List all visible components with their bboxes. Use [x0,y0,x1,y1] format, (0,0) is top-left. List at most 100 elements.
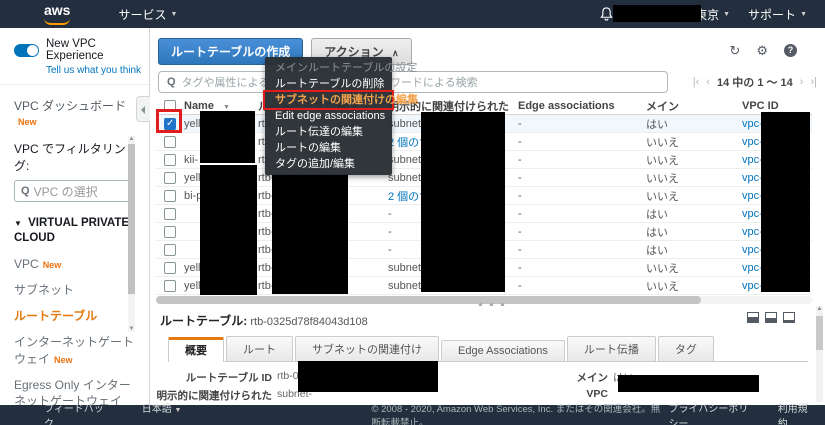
terms-link[interactable]: 利用規約 [778,400,811,425]
column-header-vpc-id[interactable]: VPC ID [740,100,812,112]
pane-full-icon[interactable] [783,312,795,323]
redaction-username [613,5,701,22]
menu-item[interactable]: タグの追加/編集 [265,156,392,172]
support-menu[interactable]: サポート ▼ [748,6,807,23]
section-collapse-icon: ▼ [14,219,22,228]
cell-edge: - [518,207,522,220]
sidebar-item-route-tables[interactable]: ルートテーブル [14,308,139,324]
chevron-down-icon: ▼ [174,407,182,414]
row-checkbox[interactable] [164,279,176,292]
chevron-down-icon: ▼ [723,10,731,18]
annotation-checkbox-highlight [156,109,182,133]
pane-bottom-icon[interactable] [747,312,759,323]
help-icon[interactable]: ? [784,44,797,57]
sidebar-item-vpc-dashboard[interactable]: VPC ダッシュボードNew [14,97,139,128]
chevron-down-icon: ▼ [170,10,178,18]
language-selector[interactable]: 日本語 ▼ [142,400,182,425]
tab-ルート[interactable]: ルート [226,336,293,361]
vpc-console-screen: aws サービス ▼ bdkieu ▼ 東京 ▼ サポート ▼ [0,0,825,425]
filter-search-input[interactable]: Q タグや属性によるフィルター、またはキーワードによる検索 [158,71,668,93]
cell-main: いいえ [646,154,679,167]
row-checkbox[interactable] [164,171,176,184]
cell-edge: - [518,225,522,238]
feedback-link[interactable]: Tell us what you think [46,65,149,76]
menu-item[interactable]: ルートの編集 [265,140,392,156]
tab-Edge Associations[interactable]: Edge Associations [441,340,565,361]
menu-item[interactable]: ルートテーブルの削除 [265,76,392,92]
row-checkbox[interactable] [164,243,176,256]
cell-edge: - [518,189,522,202]
next-page-button[interactable]: › [800,76,804,88]
pagination: |‹ ‹ 14 中の 1 ～ 14 › ›| [693,74,817,90]
details-scrollbar[interactable]: ▲ [816,306,823,402]
aws-logo[interactable]: aws [44,3,70,25]
cell-main: いいえ [646,172,679,185]
scrollbar-thumb[interactable] [128,144,135,294]
row-checkbox[interactable] [164,261,176,274]
row-checkbox[interactable] [164,189,176,202]
row-checkbox[interactable] [164,153,176,166]
scrollbar-thumb[interactable] [156,296,701,304]
sidebar-scrollbar[interactable]: ▲ ▼ [128,136,135,332]
feedback-button[interactable]: フィードバック [44,400,114,425]
tab-ルート伝播[interactable]: ルート伝播 [566,336,656,361]
row-checkbox[interactable] [164,135,176,148]
vpc-filter-label: VPC でフィルタリング: [14,142,126,173]
search-icon: Q [21,185,30,197]
cell-edge: - [518,279,522,292]
aws-logo-text: aws [44,2,71,18]
redaction-detail-vpc [618,375,759,392]
sidebar-collapse-handle[interactable] [136,96,150,122]
cell-main: はい [646,244,668,257]
footer-bar: フィードバック 日本語 ▼ © 2008 - 2020, Amazon Web … [0,404,825,425]
sidebar-item-internet-gateways[interactable]: インターネットゲートウェイ New [14,334,139,366]
vpc-select-input[interactable]: Q VPC の選択 [14,180,132,202]
new-badge: New [42,259,62,270]
tab-概要[interactable]: 概要 [168,337,224,362]
column-header-edge-assoc[interactable]: Edge associations [516,100,644,112]
column-header-main[interactable]: メイン [644,98,740,114]
refresh-icon[interactable]: ↻ [729,44,740,57]
cell-main: いいえ [646,280,679,293]
toolbar: ルートテーブルの作成 アクション ∧ [150,28,825,65]
chevron-up-icon: ∧ [392,48,399,58]
route-table-id-value: rtb-0325d78f84043d108 [250,316,368,328]
services-menu[interactable]: サービス ▼ [118,6,177,23]
left-sidebar: New VPC Experience Tell us what you thin… [0,28,150,423]
redaction-rtb-col [272,174,348,294]
menu-item: メインルートテーブルの設定 [275,62,418,74]
cell-main: はい [646,118,668,131]
cell-edge: - [518,135,522,148]
redaction-name-col-bottom [200,165,257,295]
pane-layout-controls [747,312,795,323]
cell-main: いいえ [646,190,679,203]
tab-タグ[interactable]: タグ [657,336,714,361]
sidebar-item-vpc[interactable]: VPC New [14,256,139,272]
row-checkbox[interactable] [164,207,176,220]
cell-edge: - [518,153,522,166]
prev-page-button[interactable]: ‹ [706,76,710,88]
details-title: ルートテーブル: rtb-0325d78f84043d108 [150,306,825,329]
row-checkbox[interactable] [164,225,176,238]
section-virtual-private-cloud[interactable]: ▼ VIRTUAL PRIVATE CLOUD [14,216,139,246]
sidebar-item-subnets[interactable]: サブネット [14,282,139,298]
cell-main: はい [646,208,668,221]
menu-item[interactable]: ルート伝達の編集 [265,124,392,140]
tab-サブネットの関連付け[interactable]: サブネットの関連付け [295,336,439,361]
privacy-policy-link[interactable]: プライバシーポリシー [669,400,752,425]
details-tabs: 概要 ルート サブネットの関連付け Edge Associations ルート伝播 タグ [168,336,808,362]
new-badge: New [54,354,73,365]
notifications-bell-icon[interactable] [600,7,613,21]
first-page-button[interactable]: |‹ [693,76,700,88]
chevron-down-icon: ▼ [800,10,807,18]
scrollbar-thumb[interactable] [816,316,823,350]
pane-split-icon[interactable] [765,312,777,323]
settings-gear-icon[interactable]: ⚙ [756,44,768,57]
copyright-text: © 2008 - 2020, Amazon Web Services, Inc.… [371,404,661,425]
menu-item[interactable]: サブネットの関連付けの編集 [265,92,418,108]
search-icon: Q [167,76,176,88]
menu-item[interactable]: Edit edge associations [265,108,392,124]
new-vpc-experience-toggle[interactable] [14,43,39,57]
redaction-name-col-top [200,111,255,163]
last-page-button[interactable]: ›| [810,76,817,88]
